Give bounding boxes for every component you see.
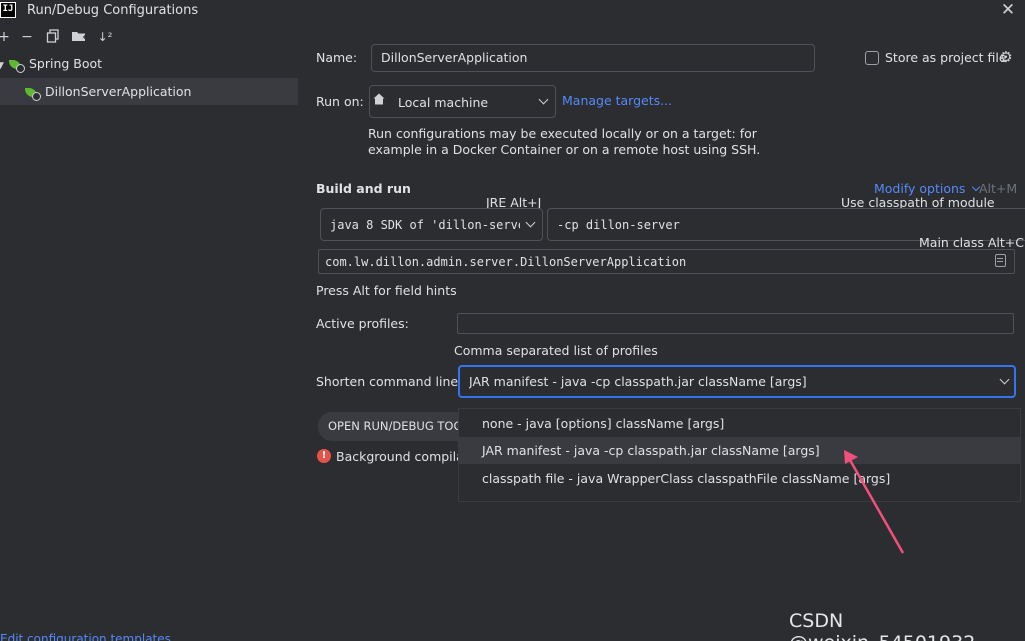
build-and-run-heading: Build and run: [316, 181, 411, 196]
shorten-command-label: Shorten command line:: [316, 374, 463, 389]
classpath-value: -cp dillon-server: [557, 218, 680, 232]
store-as-project-checkbox[interactable]: [865, 51, 879, 65]
modify-options-shortcut: Alt+M: [979, 181, 1018, 196]
shorten-command-value: JAR manifest - java -cp classpath.jar cl…: [469, 374, 807, 389]
shorten-command-select[interactable]: JAR manifest - java -cp classpath.jar cl…: [458, 365, 1016, 398]
home-icon: [373, 93, 385, 105]
tree-item-dillon-server[interactable]: DillonServerApplication: [25, 79, 191, 105]
run-on-hint-line-1: Run configurations may be executed local…: [368, 126, 757, 141]
annotation-arrow: [844, 450, 905, 554]
close-icon[interactable]: ✕: [1000, 1, 1016, 19]
remove-icon[interactable]: −: [19, 29, 35, 45]
chevron-down-icon: [999, 374, 1010, 385]
main-class-hint: Main class Alt+C: [919, 235, 1024, 250]
active-profiles-label: Active profiles:: [316, 316, 409, 331]
add-icon[interactable]: +: [0, 29, 12, 45]
store-as-project-label: Store as project file: [885, 50, 1007, 65]
modify-options-label: Modify options: [874, 181, 966, 196]
sort-icon[interactable]: ↓²: [97, 29, 113, 45]
run-debug-dialog: IJ Run/Debug Configurations ✕ + − ↓² ▼ S…: [0, 0, 1025, 641]
open-run-debug-tool-window-button[interactable]: OPEN RUN/DEBUG TOOL WINDOW: [318, 412, 460, 441]
edit-templates-link[interactable]: Edit configuration templates...: [0, 632, 182, 641]
dropdown-option-jar-manifest[interactable]: JAR manifest - java -cp classpath.jar cl…: [459, 437, 1021, 464]
name-value: DillonServerApplication: [381, 50, 528, 65]
tree-group-spring-boot[interactable]: ▼ Spring Boot: [0, 51, 102, 77]
run-on-select[interactable]: Local machine: [369, 85, 556, 118]
manage-targets-link[interactable]: Manage targets...: [562, 93, 672, 108]
main-class-field[interactable]: com.lw.dillon.admin.server.DillonServerA…: [318, 249, 1015, 274]
intellij-logo-icon: IJ: [0, 2, 16, 18]
spring-boot-icon: [25, 87, 41, 101]
field-hints-note: Press Alt for field hints: [316, 283, 457, 298]
spring-boot-icon: [8, 59, 25, 73]
name-field[interactable]: DillonServerApplication: [371, 44, 815, 72]
browse-file-icon[interactable]: [995, 254, 1006, 267]
window-title: Run/Debug Configurations: [27, 3, 199, 18]
modify-options-link[interactable]: Modify options: [874, 181, 981, 196]
shorten-command-dropdown: none - java [options] className [args] J…: [458, 408, 1021, 502]
name-label: Name:: [316, 50, 358, 65]
main-class-value: com.lw.dillon.admin.server.DillonServerA…: [325, 255, 687, 269]
tree-group-label: Spring Boot: [28, 56, 103, 71]
watermark: CSDN @weixin_54501932: [789, 610, 975, 641]
expand-arrow-icon[interactable]: ▼: [0, 53, 5, 79]
run-on-hint-line-2: example in a Docker Container or on a re…: [368, 142, 761, 157]
dropdown-option-none[interactable]: none - java [options] className [args]: [459, 410, 1021, 437]
gear-icon[interactable]: ⚙: [998, 49, 1014, 65]
copy-icon[interactable]: [45, 29, 61, 45]
chevron-down-icon: [538, 94, 549, 105]
error-icon: !: [317, 449, 331, 463]
run-on-value: Local machine: [398, 95, 489, 110]
dropdown-option-classpath-file[interactable]: classpath file - java WrapperClass class…: [459, 465, 1021, 492]
run-on-label: Run on:: [316, 94, 364, 109]
jre-select[interactable]: java 8 SDK of 'dillon-server': [320, 208, 543, 241]
chevron-down-icon: [525, 217, 536, 228]
title-bar: IJ Run/Debug Configurations ✕: [0, 0, 1025, 24]
active-profiles-field[interactable]: [457, 313, 1014, 334]
jre-value: java 8 SDK of 'dillon-server': [330, 218, 520, 232]
profiles-hint: Comma separated list of profiles: [454, 343, 658, 358]
tree-item-label: DillonServerApplication: [44, 84, 192, 99]
background-compilation-label: Background compilation enabled: [336, 449, 458, 464]
new-folder-icon[interactable]: [71, 29, 87, 45]
